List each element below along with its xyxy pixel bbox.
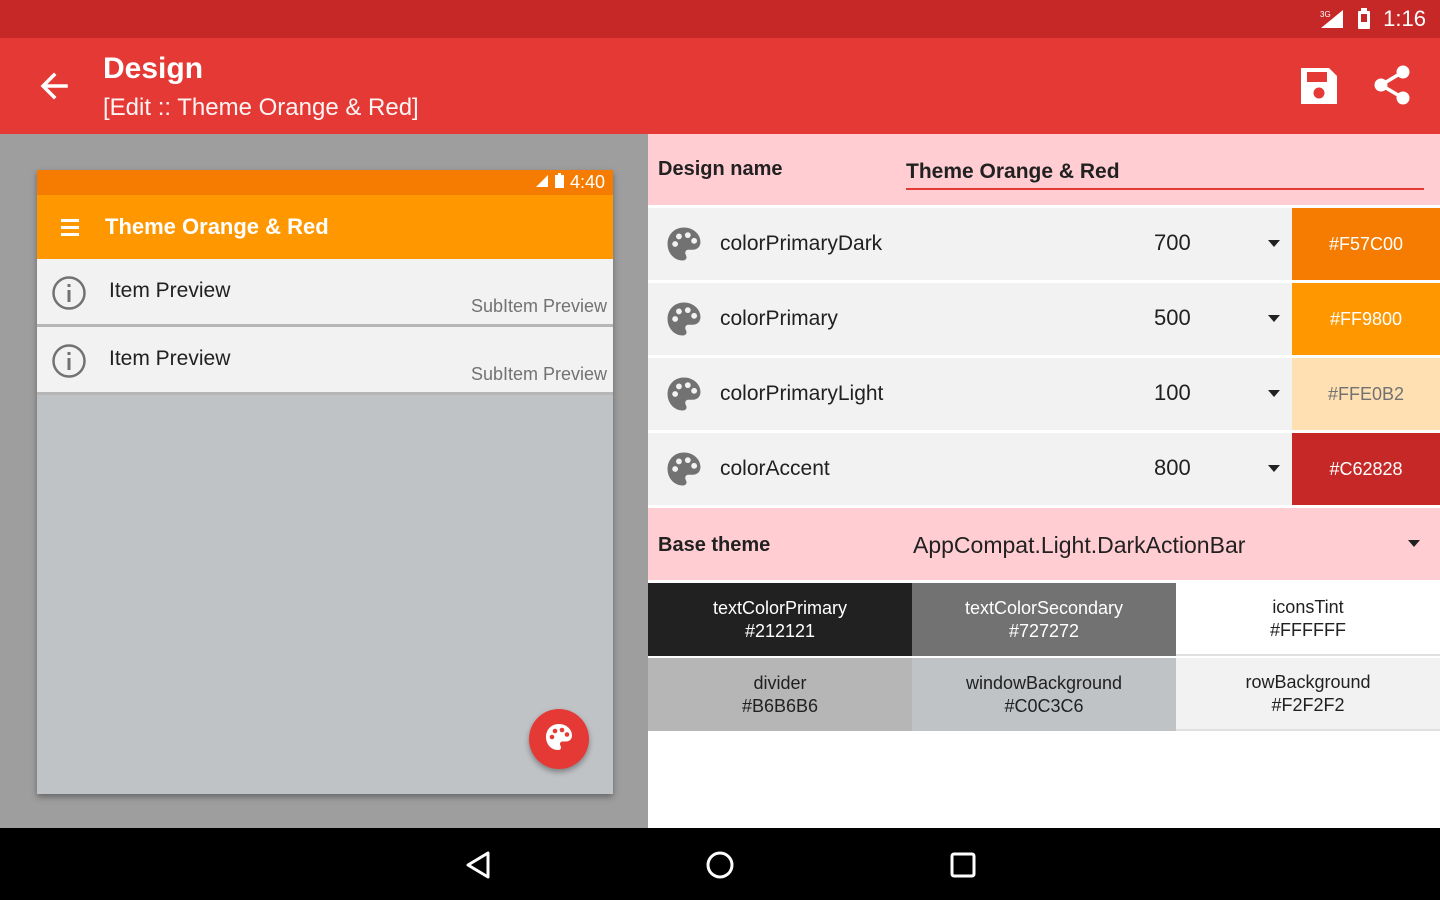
color-row[interactable]: colorAccent 800 #C62828 xyxy=(648,433,1440,505)
shade-dropdown[interactable]: 500 xyxy=(1136,305,1286,335)
dropdown-arrow-icon xyxy=(1268,315,1280,322)
color-name: colorPrimaryLight xyxy=(720,382,884,405)
shade-value: 700 xyxy=(1154,230,1191,255)
shade-value: 800 xyxy=(1154,455,1191,480)
back-icon[interactable] xyxy=(462,848,496,882)
battery-icon xyxy=(1357,8,1371,30)
color-tile[interactable]: iconsTint #FFFFFF xyxy=(1176,583,1440,656)
page-subtitle: [Edit :: Theme Orange & Red] xyxy=(103,94,419,121)
color-tile[interactable]: textColorPrimary #212121 xyxy=(648,583,912,656)
color-name: colorAccent xyxy=(720,457,830,480)
status-bar: 3G 1:16 xyxy=(0,0,1440,38)
color-swatch[interactable]: #FF9800 xyxy=(1292,283,1440,355)
tile-hex: #FFFFFF xyxy=(1270,619,1346,640)
color-swatch[interactable]: #C62828 xyxy=(1292,433,1440,505)
preview-time: 4:40 xyxy=(569,172,605,192)
color-tile[interactable]: rowBackground #F2F2F2 xyxy=(1176,658,1440,731)
info-icon xyxy=(51,275,87,311)
palette-icon xyxy=(544,722,574,757)
color-tile[interactable]: textColorSecondary #727272 xyxy=(912,583,1176,656)
design-name-field[interactable] xyxy=(906,156,1424,190)
signal-icon: 3G xyxy=(1319,8,1345,30)
navigation-bar xyxy=(0,828,1440,900)
color-row[interactable]: colorPrimaryLight 100 #FFE0B2 xyxy=(648,358,1440,430)
tile-name: rowBackground xyxy=(1245,671,1371,692)
preview-signal-icon xyxy=(535,172,549,193)
dropdown-arrow-icon xyxy=(1408,540,1420,547)
tile-name: textColorPrimary xyxy=(712,597,848,618)
design-name-row: Design name xyxy=(648,134,1440,205)
preview-list-item: Item Preview SubItem Preview xyxy=(37,259,613,327)
color-swatch[interactable]: #FFE0B2 xyxy=(1292,358,1440,430)
design-name-label: Design name xyxy=(658,158,783,180)
palette-icon xyxy=(665,225,703,263)
home-icon[interactable] xyxy=(703,848,737,882)
preview-item-title: Item Preview xyxy=(109,347,231,370)
tile-hex: #C0C3C6 xyxy=(1004,695,1084,716)
preview-item-subtitle: SubItem Preview xyxy=(470,364,607,384)
color-tile[interactable]: divider #B6B6B6 xyxy=(648,658,912,731)
palette-icon xyxy=(665,450,703,488)
tile-name: textColorSecondary xyxy=(964,597,1124,618)
color-name: colorPrimaryDark xyxy=(720,232,883,255)
shade-dropdown[interactable]: 100 xyxy=(1136,380,1286,410)
color-name: colorPrimary xyxy=(720,307,838,330)
recents-icon[interactable] xyxy=(946,848,980,882)
dropdown-arrow-icon xyxy=(1268,465,1280,472)
tile-hex: #F2F2F2 xyxy=(1271,694,1345,715)
color-row[interactable]: colorPrimary 500 #FF9800 xyxy=(648,283,1440,355)
shade-value: 100 xyxy=(1154,380,1191,405)
app-bar: Design [Edit :: Theme Orange & Red] xyxy=(0,38,1440,134)
color-swatch[interactable]: #F57C00 xyxy=(1292,208,1440,280)
back-arrow-icon[interactable] xyxy=(36,68,76,104)
base-theme-dropdown[interactable]: AppCompat.Light.DarkActionBar xyxy=(913,532,1245,559)
info-icon xyxy=(51,343,87,379)
preview-item-subtitle: SubItem Preview xyxy=(470,296,607,316)
palette-fab-button[interactable] xyxy=(529,709,589,769)
dropdown-arrow-icon xyxy=(1268,390,1280,397)
tile-name: divider xyxy=(753,672,807,693)
preview-pane: 4:40 Theme Orange & Red Item Preview Sub… xyxy=(0,134,648,828)
save-icon[interactable] xyxy=(1297,64,1341,108)
preview-item-title: Item Preview xyxy=(109,279,231,302)
preview-toolbar-title: Theme Orange & Red xyxy=(105,214,329,239)
shade-dropdown[interactable]: 800 xyxy=(1136,455,1286,485)
color-tile[interactable]: windowBackground #C0C3C6 xyxy=(912,658,1176,731)
tile-hex: #727272 xyxy=(1008,620,1080,641)
svg-text:3G: 3G xyxy=(1320,10,1331,19)
preview-status-bar: 4:40 xyxy=(37,170,613,195)
shade-dropdown[interactable]: 700 xyxy=(1136,230,1286,260)
status-time: 1:16 xyxy=(1383,6,1426,31)
page-title: Design xyxy=(103,52,204,85)
tile-hex: #212121 xyxy=(744,620,816,641)
shade-value: 500 xyxy=(1154,305,1191,330)
base-theme-row[interactable]: Base theme AppCompat.Light.DarkActionBar xyxy=(648,508,1440,580)
dropdown-arrow-icon xyxy=(1268,240,1280,247)
tile-name: iconsTint xyxy=(1272,596,1344,617)
preview-battery-icon xyxy=(554,172,564,193)
tile-hex: #B6B6B6 xyxy=(741,695,819,716)
menu-icon xyxy=(61,215,79,240)
palette-icon xyxy=(665,300,703,338)
theme-preview: 4:40 Theme Orange & Red Item Preview Sub… xyxy=(37,170,613,794)
share-icon[interactable] xyxy=(1369,62,1415,108)
base-theme-label: Base theme xyxy=(658,534,771,556)
palette-icon xyxy=(665,375,703,413)
color-row[interactable]: colorPrimaryDark 700 #F57C00 xyxy=(648,208,1440,280)
preview-list-item: Item Preview SubItem Preview xyxy=(37,327,613,395)
preview-toolbar: Theme Orange & Red xyxy=(37,195,613,259)
tile-name: windowBackground xyxy=(965,672,1123,693)
editor-pane: Design name colorPrimaryDark 700 #F57C00… xyxy=(648,134,1440,828)
